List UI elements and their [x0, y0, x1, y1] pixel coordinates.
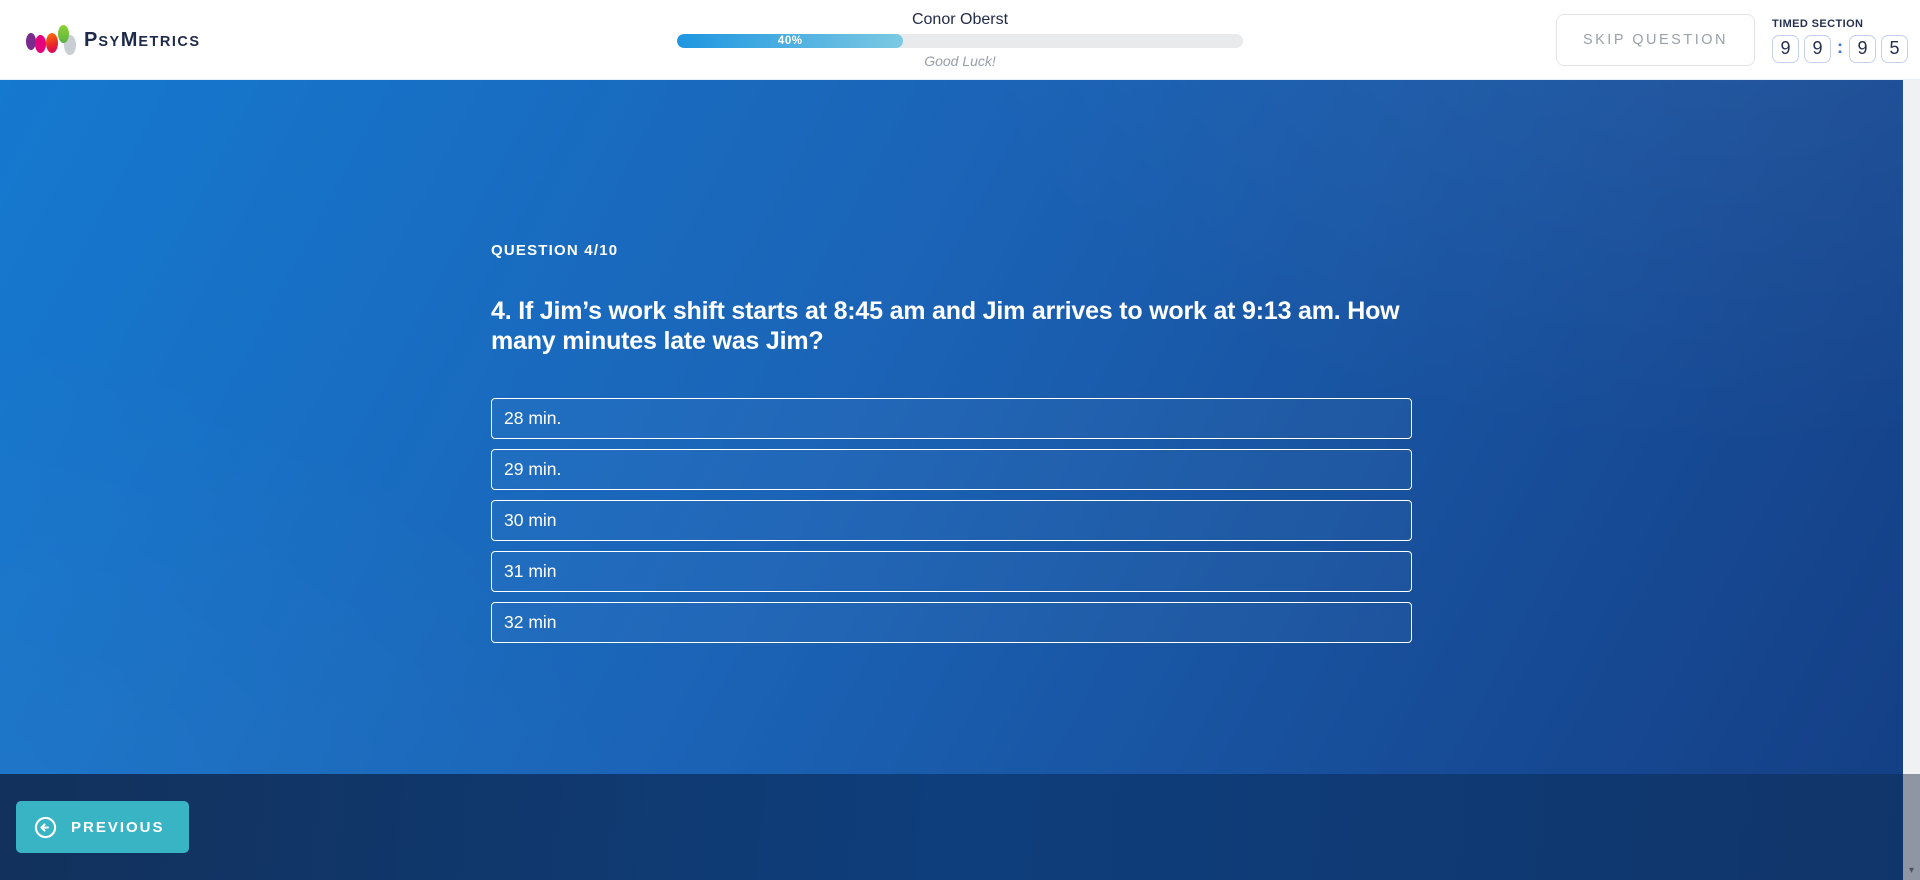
timer-digit: 9	[1772, 35, 1799, 63]
scroll-down-arrow-icon[interactable]: ▾	[1909, 866, 1914, 880]
progress-fill: 40%	[677, 34, 903, 48]
logo-dots-icon	[26, 24, 76, 56]
answer-option[interactable]: 30 min	[491, 500, 1412, 541]
scrollbar-thumb[interactable]: ▾	[1903, 774, 1920, 880]
question-text: 4. If Jim’s work shift starts at 8:45 am…	[491, 297, 1456, 356]
page: PSYMETRICS Conor Oberst 40% Good Luck! S…	[0, 0, 1920, 880]
progress-bar: 40%	[677, 34, 1243, 48]
skip-question-button[interactable]: SKIP QUESTION	[1556, 14, 1755, 66]
progress-section: Conor Oberst 40% Good Luck!	[677, 0, 1243, 80]
previous-button[interactable]: PREVIOUS	[16, 801, 189, 853]
timer-digits: 9 9 : 9 5	[1772, 35, 1908, 63]
question-area: QUESTION 4/10 4. If Jim’s work shift sta…	[0, 80, 1920, 774]
timer-digit: 9	[1804, 35, 1831, 63]
footer-bar: PREVIOUS	[0, 774, 1920, 880]
progress-percent-label: 40%	[778, 35, 803, 47]
timer-colon: :	[1837, 38, 1843, 56]
psymetrics-logo: PSYMETRICS	[26, 0, 201, 80]
header-right: SKIP QUESTION TIMED SECTION 9 9 : 9 5	[1556, 0, 1908, 80]
timer-digit: 9	[1849, 35, 1876, 63]
answer-option[interactable]: 32 min	[491, 602, 1412, 643]
circled-left-arrow-icon	[34, 816, 57, 839]
answer-option[interactable]: 29 min.	[491, 449, 1412, 490]
previous-button-label: PREVIOUS	[71, 819, 165, 836]
answer-options: 28 min. 29 min. 30 min 31 min 32 min	[491, 398, 1412, 643]
candidate-name: Conor Oberst	[912, 11, 1008, 29]
logo-wordmark: PSYMETRICS	[84, 29, 201, 52]
timed-section: TIMED SECTION 9 9 : 9 5	[1772, 18, 1908, 63]
answer-option[interactable]: 31 min	[491, 551, 1412, 592]
header: PSYMETRICS Conor Oberst 40% Good Luck! S…	[0, 0, 1920, 80]
answer-option[interactable]: 28 min.	[491, 398, 1412, 439]
question-content: QUESTION 4/10 4. If Jim’s work shift sta…	[491, 242, 1471, 653]
vertical-scrollbar[interactable]: ▾	[1903, 80, 1920, 880]
timed-section-label: TIMED SECTION	[1772, 18, 1908, 30]
timer-digit: 5	[1881, 35, 1908, 63]
question-counter: QUESTION 4/10	[491, 242, 1471, 259]
good-luck-text: Good Luck!	[924, 53, 996, 69]
